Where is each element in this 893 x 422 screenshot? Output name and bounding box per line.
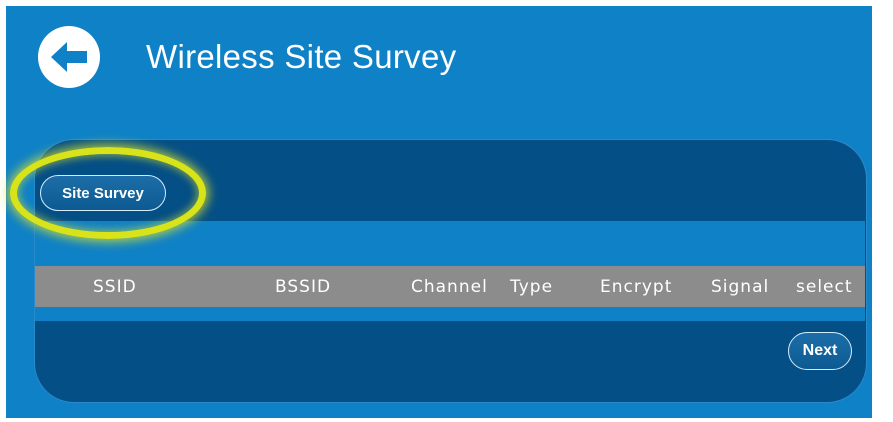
table-body-band: [35, 307, 865, 321]
column-header-bssid: BSSID: [275, 277, 332, 297]
page-title: Wireless Site Survey: [146, 38, 457, 75]
column-header-channel: Channel: [411, 277, 488, 297]
column-header-encrypt: Encrypt: [600, 277, 673, 297]
next-button[interactable]: Next: [788, 332, 852, 370]
panel-divider-band: [35, 221, 865, 266]
column-header-ssid: SSID: [93, 277, 137, 297]
arrow-left-icon: [51, 42, 87, 72]
back-button[interactable]: [38, 26, 100, 88]
site-survey-button[interactable]: Site Survey: [40, 175, 166, 211]
column-header-select: select: [796, 277, 853, 297]
column-header-type: Type: [510, 277, 554, 297]
column-header-signal: Signal: [711, 277, 770, 297]
survey-table-header: SSID BSSID Channel Type Encrypt Signal s…: [35, 266, 865, 307]
